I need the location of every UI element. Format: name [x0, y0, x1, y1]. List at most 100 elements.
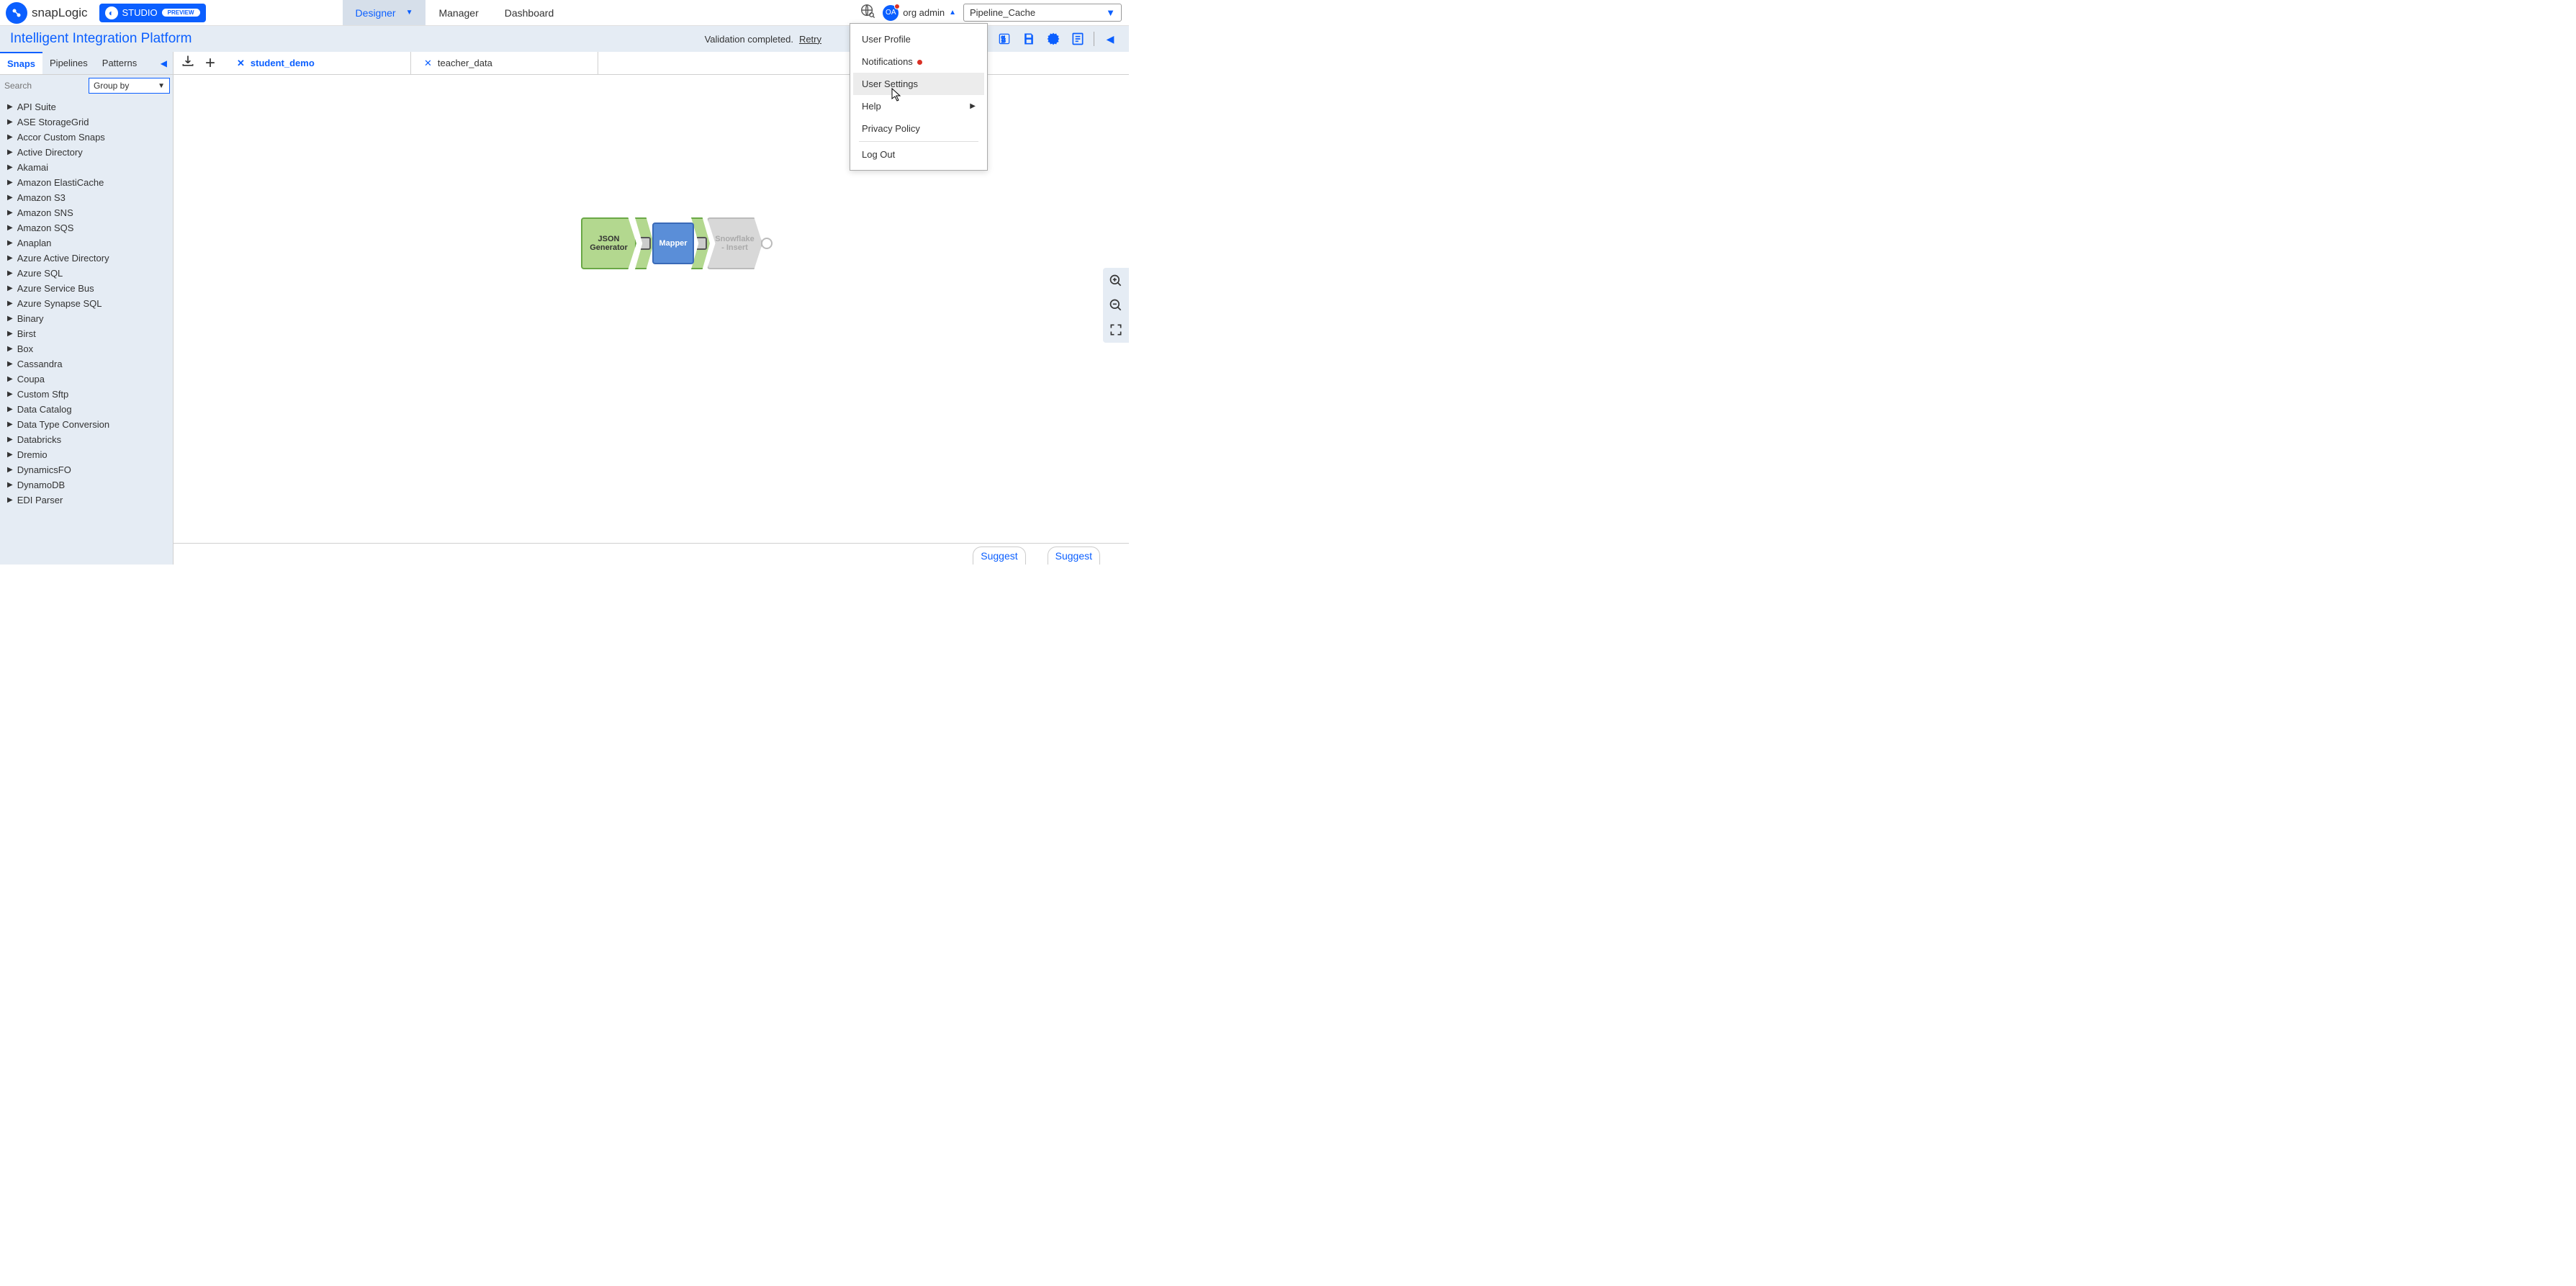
- pipeline-selector[interactable]: Pipeline_Cache ▼: [963, 4, 1122, 22]
- chevron-right-icon: ▶: [7, 405, 13, 413]
- snap-category-item[interactable]: ▶Box: [0, 341, 173, 356]
- chevron-right-icon: ▶: [7, 179, 13, 186]
- snap-category-item[interactable]: ▶Akamai: [0, 160, 173, 175]
- import-icon[interactable]: [178, 54, 198, 72]
- menu-item-privacy-policy[interactable]: Privacy Policy: [853, 117, 984, 140]
- toolbar-icons: 0110 ◀: [971, 30, 1119, 48]
- menu-item-label: User Settings: [862, 78, 918, 89]
- close-icon[interactable]: ✕: [424, 58, 432, 69]
- menu-item-label: Log Out: [862, 149, 895, 160]
- menu-item-label: Help: [862, 101, 881, 112]
- close-icon[interactable]: ✕: [237, 58, 245, 69]
- snap-category-item[interactable]: ▶Databricks: [0, 432, 173, 447]
- palette-tab-label: Snaps: [7, 58, 35, 69]
- chevron-right-icon: ▶: [7, 421, 13, 428]
- canvas-toolbar: +: [174, 52, 222, 74]
- snap-category-item[interactable]: ▶Data Catalog: [0, 402, 173, 417]
- node-snowflake-insert[interactable]: Snowflake - Insert: [707, 217, 762, 269]
- snap-category-item[interactable]: ▶DynamicsFO: [0, 462, 173, 477]
- menu-item-user-profile[interactable]: User Profile: [853, 28, 984, 50]
- collapse-palette-icon[interactable]: ◀: [155, 58, 173, 68]
- snap-category-item[interactable]: ▶Azure Active Directory: [0, 251, 173, 266]
- palette-tab-snaps[interactable]: Snaps: [0, 52, 42, 74]
- collapse-right-icon[interactable]: ◀: [1102, 30, 1119, 48]
- binary-icon[interactable]: 0110: [996, 30, 1013, 48]
- validate-icon[interactable]: [1045, 30, 1062, 48]
- chevron-right-icon: ▶: [7, 209, 13, 217]
- snap-category-label: Amazon SQS: [17, 222, 74, 233]
- snap-category-item[interactable]: ▶EDI Parser: [0, 493, 173, 508]
- snap-category-item[interactable]: ▶DynamoDB: [0, 477, 173, 493]
- snap-category-item[interactable]: ▶ Amazon ElastiCache: [0, 175, 173, 190]
- snap-list[interactable]: ▶API Suite▶ASE StorageGrid▶Accor Custom …: [0, 96, 173, 511]
- menu-item-logout[interactable]: Log Out: [853, 143, 984, 166]
- menu-item-help[interactable]: Help ▶: [853, 95, 984, 117]
- snap-category-item[interactable]: ▶Amazon S3: [0, 190, 173, 205]
- snap-category-item[interactable]: ▶Custom Sftp: [0, 387, 173, 402]
- suggest-button-1[interactable]: Suggest: [973, 547, 1025, 565]
- snap-category-item[interactable]: ▶Azure Service Bus: [0, 281, 173, 296]
- snap-category-item[interactable]: ▶Azure SQL: [0, 266, 173, 281]
- save-icon[interactable]: [1020, 30, 1037, 48]
- chevron-right-icon: ▶: [7, 224, 13, 232]
- snap-category-item[interactable]: ▶Azure Synapse SQL: [0, 296, 173, 311]
- port-icon[interactable]: [694, 237, 707, 250]
- canvas-tab-teacher-data[interactable]: ✕ teacher_data: [411, 52, 598, 74]
- snap-category-item[interactable]: ▶Data Type Conversion: [0, 417, 173, 432]
- group-by-select[interactable]: Group by ▼: [89, 78, 170, 94]
- nav-tab-manager[interactable]: Manager: [425, 0, 491, 25]
- zoom-in-button[interactable]: [1106, 271, 1126, 291]
- snap-category-label: ASE StorageGrid: [17, 117, 89, 127]
- snap-category-item[interactable]: ▶API Suite: [0, 99, 173, 114]
- snap-category-item[interactable]: ▶ASE StorageGrid: [0, 114, 173, 130]
- snap-category-item[interactable]: ▶Anaplan: [0, 235, 173, 251]
- nav-tab-manager-label: Manager: [438, 7, 478, 19]
- node-mapper[interactable]: Mapper: [652, 222, 694, 264]
- canvas-tab-student-demo[interactable]: ✕ student_demo: [224, 52, 411, 74]
- globe-search-icon[interactable]: [860, 3, 875, 23]
- nav-tab-designer[interactable]: Designer ▼: [343, 0, 426, 25]
- snap-category-item[interactable]: ▶Accor Custom Snaps: [0, 130, 173, 145]
- snap-category-item[interactable]: ▶Amazon SNS: [0, 205, 173, 220]
- snap-category-item[interactable]: ▶Coupa: [0, 372, 173, 387]
- suggest-button-2[interactable]: Suggest: [1048, 547, 1100, 565]
- palette-tab-label: Patterns: [102, 58, 137, 68]
- snap-category-label: Box: [17, 343, 33, 354]
- output-port-icon[interactable]: [761, 238, 773, 249]
- snap-category-label: Cassandra: [17, 359, 63, 369]
- properties-icon[interactable]: [1069, 30, 1086, 48]
- snap-category-item[interactable]: ▶Cassandra: [0, 356, 173, 372]
- user-initials: OA: [886, 9, 896, 17]
- snap-category-item[interactable]: ▶Dremio: [0, 447, 173, 462]
- studio-badge[interactable]: ◐ STUDIO PREVIEW: [99, 4, 206, 22]
- node-label: JSON Generator: [582, 235, 635, 252]
- retry-link[interactable]: Retry: [799, 34, 821, 45]
- menu-item-notifications[interactable]: Notifications: [853, 50, 984, 73]
- node-json-generator[interactable]: JSON Generator: [581, 217, 636, 269]
- validation-status: Validation completed.: [705, 34, 793, 45]
- connector[interactable]: [635, 217, 654, 269]
- user-menu-trigger[interactable]: OA org admin ▲: [883, 5, 956, 21]
- studio-label: STUDIO: [122, 7, 158, 18]
- palette-tab-pipelines[interactable]: Pipelines: [42, 52, 95, 74]
- menu-item-user-settings[interactable]: User Settings: [853, 73, 984, 95]
- snap-category-label: Databricks: [17, 434, 61, 445]
- chevron-right-icon: ▶: [7, 330, 13, 338]
- snap-category-item[interactable]: ▶Birst: [0, 326, 173, 341]
- search-input[interactable]: [3, 78, 84, 94]
- chevron-right-icon: ▶: [7, 375, 13, 383]
- snap-category-item[interactable]: ▶ Amazon SQS: [0, 220, 173, 235]
- user-name: org admin: [903, 7, 945, 18]
- zoom-out-button[interactable]: [1106, 295, 1126, 315]
- snap-category-label: Amazon ElastiCache: [17, 177, 104, 188]
- snap-category-item[interactable]: ▶Active Directory: [0, 145, 173, 160]
- nav-tab-dashboard[interactable]: Dashboard: [492, 0, 567, 25]
- fit-screen-button[interactable]: [1106, 320, 1126, 340]
- add-icon[interactable]: +: [202, 53, 218, 73]
- port-icon[interactable]: [638, 237, 651, 250]
- palette-tab-patterns[interactable]: Patterns: [95, 52, 144, 74]
- chevron-right-icon: ▶: [7, 133, 13, 141]
- snap-category-label: Anaplan: [17, 238, 52, 248]
- chevron-right-icon: ▶: [7, 315, 13, 323]
- snap-category-item[interactable]: ▶Binary: [0, 311, 173, 326]
